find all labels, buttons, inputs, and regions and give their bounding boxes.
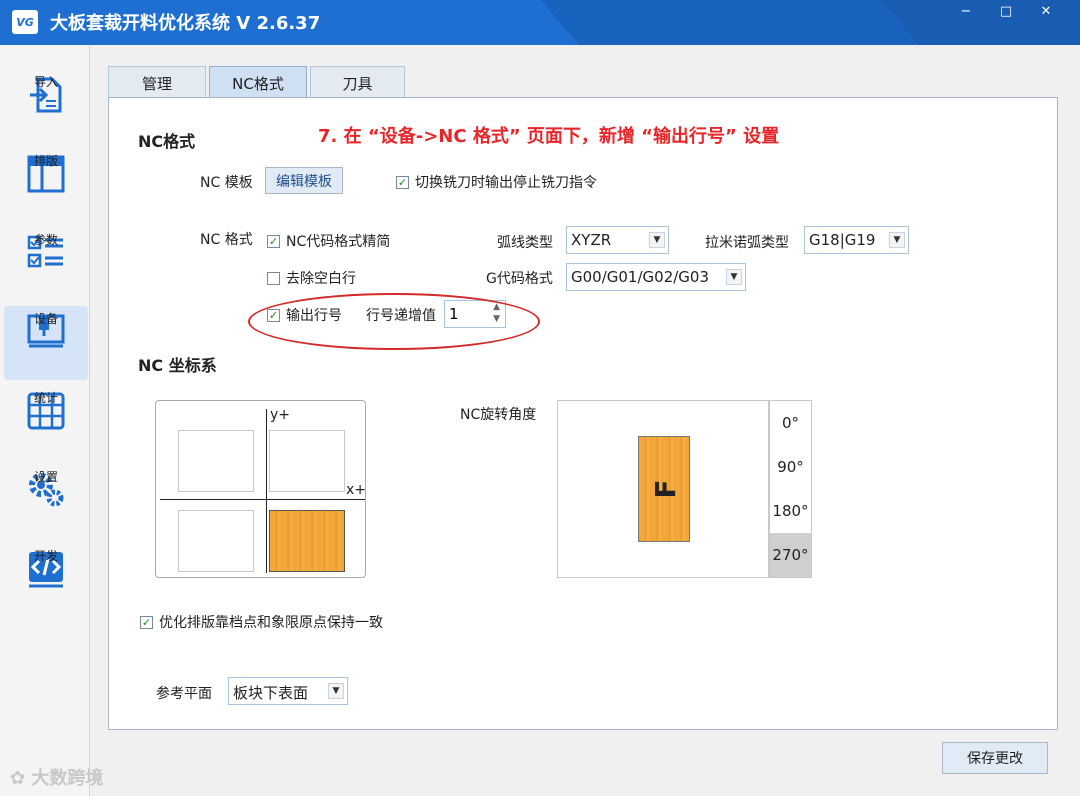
sidebar-item-import[interactable]: 导入 [4, 69, 88, 143]
reference-plane-select[interactable]: 板块下表面 ▼ [228, 677, 348, 705]
orientation-letter: F [648, 479, 682, 499]
wood-panel-preview: F [638, 436, 690, 542]
chevron-down-icon: ▼ [726, 269, 742, 285]
chevron-down-icon: ▼ [889, 232, 905, 248]
chevron-down-icon: ▼ [328, 683, 344, 699]
sidebar-item-label: 开发 [33, 549, 58, 563]
edit-template-button[interactable]: 编辑模板 [265, 167, 343, 194]
arc-type-label: 弧线类型 [497, 235, 553, 251]
maximize-button[interactable]: □ [986, 0, 1026, 22]
sidebar-item-device[interactable]: 设备 [4, 306, 88, 380]
rotation-option-90[interactable]: 90° [770, 445, 811, 489]
sidebar-item-label: 导入 [33, 75, 58, 89]
sidebar-item-label: 设置 [33, 470, 58, 484]
simplify-code-checkbox[interactable]: ✓ NC代码格式精简 [267, 231, 390, 251]
sidebar-item-parameters[interactable]: 参数 [4, 227, 88, 301]
rotation-option-0[interactable]: 0° [770, 401, 811, 445]
watermark: ✿ 大数跨境 [10, 768, 104, 789]
quadrant-4-selected[interactable] [269, 510, 345, 572]
remove-blank-lines-checkbox[interactable]: 去除空白行 [267, 268, 356, 288]
checkbox-checked: ✓ [396, 175, 409, 189]
quadrant-1[interactable] [269, 430, 345, 492]
x-axis-label: x+ [346, 482, 367, 498]
sidebar-item-label: 参数 [33, 233, 58, 247]
annotation-highlight-ellipse [248, 293, 540, 350]
save-changes-button[interactable]: 保存更改 [942, 742, 1048, 774]
lamino-arc-type-label: 拉米诺弧类型 [705, 235, 789, 251]
gcode-format-select[interactable]: G00/G01/G02/G03 ▼ [566, 263, 746, 291]
sidebar-item-settings[interactable]: 设置 [4, 464, 88, 538]
sidebar-item-develop[interactable]: 开发 [4, 543, 88, 617]
quadrant-3[interactable] [178, 510, 254, 572]
tab-manage[interactable]: 管理 [108, 66, 206, 99]
gcode-format-label: G代码格式 [486, 271, 553, 287]
close-button[interactable]: ✕ [1026, 0, 1066, 22]
nc-format-label: NC 格式 [200, 232, 253, 248]
minimize-button[interactable]: − [946, 0, 986, 22]
quadrant-2[interactable] [178, 430, 254, 492]
checkbox-unchecked [267, 271, 280, 285]
coordinate-quadrant-picker[interactable]: y+ x+ [155, 400, 366, 578]
y-axis-label: y+ [270, 407, 291, 423]
nc-coord-section-title: NC 坐标系 [138, 356, 217, 375]
annotation-text: 7. 在 “设备->NC 格式” 页面下，新增 “输出行号” 设置 [318, 126, 780, 147]
keep-consistent-checkbox[interactable]: ✓ 优化排版靠档点和象限原点保持一致 [140, 612, 383, 632]
chevron-down-icon: ▼ [649, 232, 665, 248]
sidebar-item-label: 排版 [33, 154, 58, 168]
rotation-preview: F [557, 400, 769, 578]
rotation-angle-list: 0° 90° 180° 270° [769, 400, 812, 578]
y-axis-line [266, 409, 267, 573]
lamino-arc-type-select[interactable]: G18|G19 ▼ [804, 226, 909, 254]
app-title: 大板套裁开料优化系统 V 2.6.37 [50, 13, 321, 34]
nc-template-label: NC 模板 [200, 175, 253, 191]
app-logo: VG [12, 10, 38, 34]
sidebar-item-statistics[interactable]: 统计 [4, 385, 88, 459]
rotation-angle-label: NC旋转角度 [460, 407, 537, 423]
checkbox-checked: ✓ [140, 615, 153, 629]
reference-plane-label: 参考平面 [156, 686, 212, 702]
sidebar-item-label: 统计 [33, 391, 58, 405]
sidebar-item-layout[interactable]: 排版 [4, 148, 88, 222]
sidebar: 导入 排版 参数 设备 统计 设置 开发 [0, 45, 90, 796]
sidebar-item-label: 设备 [33, 312, 58, 326]
switch-mill-stop-checkbox[interactable]: ✓ 切换铣刀时输出停止铣刀指令 [396, 172, 597, 192]
x-axis-line [160, 499, 365, 500]
tab-tools[interactable]: 刀具 [310, 66, 405, 99]
rotation-option-180[interactable]: 180° [770, 489, 811, 533]
title-bar: VG 大板套裁开料优化系统 V 2.6.37 − □ ✕ [0, 0, 1080, 45]
rotation-option-270[interactable]: 270° [770, 533, 811, 577]
nc-format-section-title: NC格式 [138, 132, 196, 151]
arc-type-select[interactable]: XYZR ▼ [566, 226, 669, 254]
checkbox-checked: ✓ [267, 234, 280, 248]
tab-nc-format[interactable]: NC格式 [209, 66, 307, 99]
